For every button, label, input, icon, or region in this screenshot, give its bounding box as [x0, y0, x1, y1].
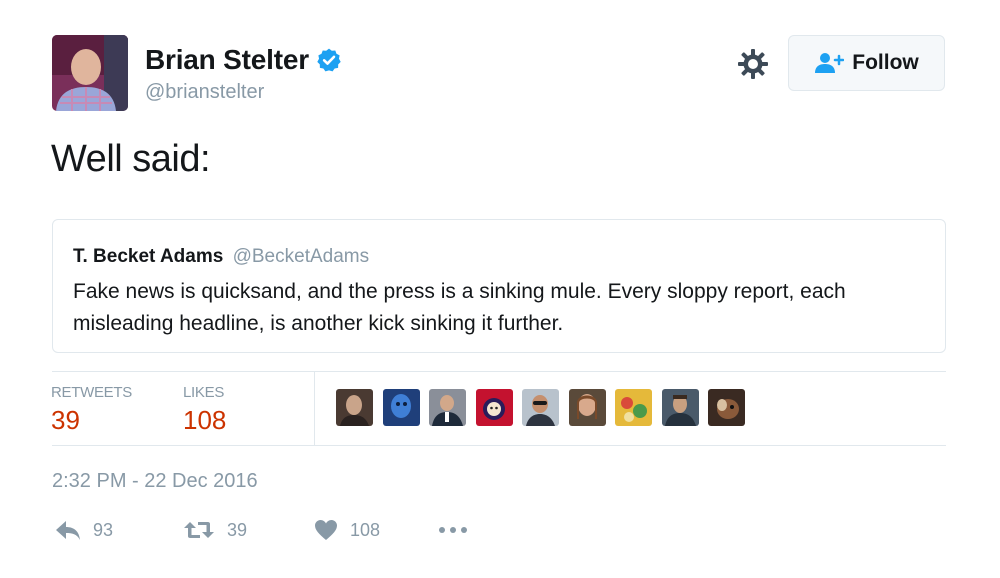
liker-avatar[interactable] — [382, 389, 420, 426]
liker-avatar[interactable] — [615, 389, 652, 426]
follow-button-label: Follow — [852, 51, 919, 74]
tweet-text: Well said: — [51, 138, 211, 180]
reply-count: 93 — [93, 519, 114, 540]
reply-icon — [56, 521, 80, 540]
quoted-tweet-text: Fake news is quicksand, and the press is… — [73, 280, 846, 335]
quoted-author-handle: @BecketAdams — [232, 246, 370, 267]
reply-button[interactable]: 93 — [55, 519, 113, 541]
more-options-button[interactable] — [438, 519, 468, 541]
likes-count[interactable]: 108 — [183, 405, 226, 436]
stats-divider-bottom — [52, 445, 946, 446]
retweet-icon — [184, 522, 214, 538]
quoted-author-name: T. Becket Adams — [73, 246, 224, 267]
like-button[interactable]: 108 — [314, 519, 380, 541]
liker-avatars — [336, 389, 755, 426]
liker-avatar[interactable] — [708, 389, 745, 426]
author-name[interactable]: Brian Stelter — [145, 44, 309, 76]
likes-label[interactable]: LIKES — [183, 384, 224, 401]
retweet-count: 39 — [227, 519, 248, 540]
retweets-count[interactable]: 39 — [51, 405, 80, 436]
quoted-tweet[interactable]: T. Becket Adams @BecketAdams Fake news i… — [52, 219, 946, 353]
author-name-row: Brian Stelter — [145, 44, 342, 76]
retweets-label[interactable]: RETWEETS — [51, 384, 132, 401]
author-avatar[interactable] — [52, 35, 128, 111]
liker-avatar[interactable] — [661, 389, 699, 426]
liker-avatar[interactable] — [522, 389, 559, 426]
liker-avatar[interactable] — [475, 389, 513, 426]
liker-avatar[interactable] — [429, 389, 466, 426]
stats-divider-vertical — [314, 372, 315, 445]
more-dots-icon — [439, 527, 467, 533]
add-user-icon — [815, 53, 845, 73]
retweet-button[interactable]: 39 — [183, 519, 247, 541]
gear-icon[interactable] — [737, 48, 769, 80]
quoted-tweet-header: T. Becket Adams @BecketAdams — [73, 246, 369, 268]
follow-button[interactable]: Follow — [788, 35, 945, 91]
verified-badge-icon — [317, 48, 341, 72]
stats-divider-top — [52, 371, 946, 372]
heart-icon — [315, 520, 337, 540]
tweet-timestamp[interactable]: 2:32 PM - 22 Dec 2016 — [52, 470, 258, 493]
liker-avatar[interactable] — [568, 389, 606, 426]
like-count: 108 — [350, 519, 381, 540]
liker-avatar[interactable] — [336, 389, 373, 426]
author-handle[interactable]: @brianstelter — [145, 81, 264, 104]
